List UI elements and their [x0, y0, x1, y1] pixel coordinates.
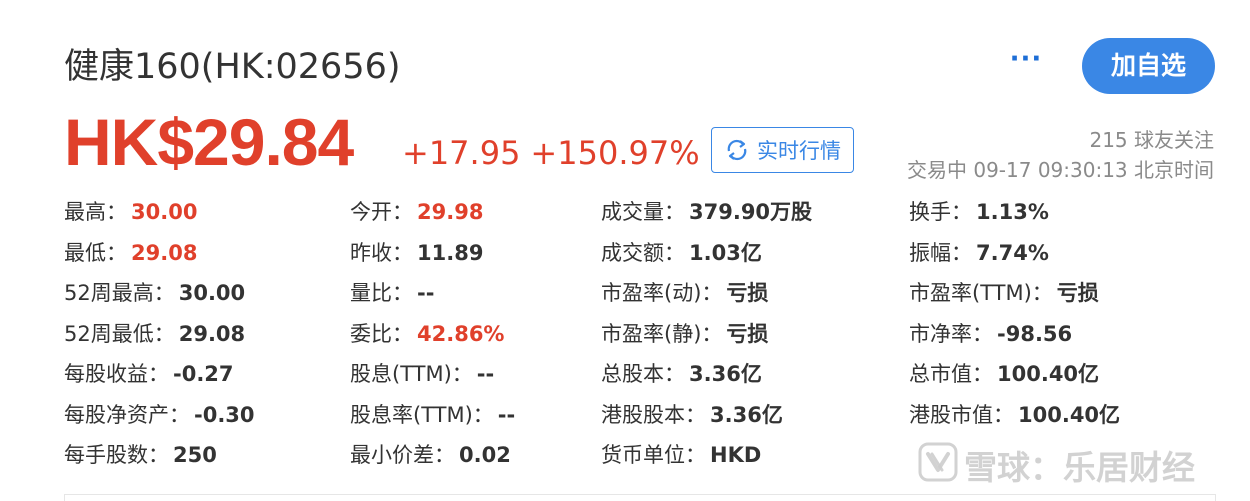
more-dots-icon: ···: [1009, 44, 1043, 74]
stat-item: 港股市值： 100.40亿: [909, 398, 1120, 432]
refresh-icon: [727, 139, 747, 161]
stat-label: 52周最低：: [64, 321, 175, 346]
stat-label: 成交额：: [601, 240, 685, 265]
stat-value: 100.40亿: [997, 362, 1100, 386]
stat-label: 委比：: [350, 321, 413, 346]
stat-value: 1.03亿: [689, 240, 762, 265]
realtime-label: 实时行情: [757, 139, 841, 163]
stat-item: 市盈率(动)： 亏损: [601, 276, 768, 310]
stat-label: 货币单位：: [601, 443, 706, 467]
stat-label: 今开：: [350, 200, 413, 224]
stat-item: 港股股本： 3.36亿: [601, 398, 783, 432]
stat-value: 42.86%: [417, 321, 505, 346]
stat-item: 市盈率(TTM)： 亏损: [909, 276, 1099, 310]
stat-label: 总股本：: [601, 362, 685, 386]
stat-value: --: [476, 362, 495, 386]
stat-item: 振幅： 7.74%: [909, 236, 1049, 270]
stat-value: 30.00: [131, 200, 198, 224]
stat-value: 0.02: [459, 443, 511, 467]
stat-item: 股息(TTM)： --: [350, 357, 494, 391]
stat-item: 今开： 29.98: [350, 195, 483, 229]
stat-item: 量比： --: [350, 276, 434, 310]
stat-label: 港股股本：: [601, 402, 706, 427]
stat-item: 总股本： 3.36亿: [601, 357, 762, 391]
stat-item: 成交量： 379.90万股: [601, 195, 812, 229]
stat-label: 总市值：: [909, 362, 993, 386]
stat-item: 货币单位： HKD: [601, 438, 761, 472]
stat-item: 市净率： -98.56: [909, 317, 1072, 351]
stat-label: 股息率(TTM)：: [350, 402, 494, 427]
more-options-button[interactable]: ···: [1004, 44, 1048, 80]
stat-value: 亏损: [726, 281, 769, 305]
stat-value: 11.89: [417, 240, 484, 265]
stat-label: 每股收益：: [64, 362, 169, 386]
stat-item: 最小价差： 0.02: [350, 438, 511, 472]
stat-value: --: [417, 281, 435, 305]
stat-label: 每手股数：: [64, 443, 169, 467]
watermark-text: 雪球：乐居财经: [964, 448, 1195, 487]
stat-value: -98.56: [997, 321, 1073, 346]
stat-label: 成交量：: [601, 200, 685, 224]
stat-label: 市盈率(静)：: [601, 321, 723, 346]
stat-value: 29.08: [131, 240, 198, 265]
stat-label: 最低：: [64, 240, 127, 265]
stat-value: HKD: [710, 443, 762, 467]
stat-item: 委比： 42.86%: [350, 317, 504, 351]
stat-label: 52周最高：: [64, 281, 175, 305]
stat-label: 股息(TTM)：: [350, 362, 473, 386]
stat-value: 29.08: [178, 321, 246, 346]
stat-value: -0.30: [194, 402, 255, 427]
stat-item: 每手股数： 250: [64, 438, 217, 472]
stat-item: 最低： 29.08: [64, 236, 197, 270]
stat-label: 换手：: [909, 200, 972, 224]
stat-item: 52周最低： 29.08: [64, 317, 245, 351]
stat-value: 亏损: [726, 321, 769, 346]
stat-value: --: [497, 402, 516, 427]
stat-item: 每股净资产： -0.30: [64, 398, 255, 432]
stock-title: 健康160(HK:02656): [64, 47, 401, 87]
trade-status: 交易中 09-17 09:30:13 北京时间: [906, 158, 1214, 182]
stat-value: 379.90万股: [689, 200, 813, 224]
stat-label: 最小价差：: [350, 443, 455, 467]
stat-item: 总市值： 100.40亿: [909, 357, 1099, 391]
stat-label: 市盈率(动)：: [601, 281, 723, 305]
stat-item: 成交额： 1.03亿: [601, 236, 762, 270]
stat-value: 30.00: [178, 281, 246, 305]
stat-label: 昨收：: [350, 240, 413, 265]
stat-value: 100.40亿: [1018, 402, 1121, 427]
followers-count[interactable]: 215 球友关注: [1089, 124, 1214, 153]
price-change: +17.95 +150.97%: [402, 134, 700, 172]
stat-label: 每股净资产：: [64, 402, 190, 427]
stat-value: 29.98: [417, 200, 484, 224]
stat-value: 3.36亿: [710, 402, 783, 427]
stat-label: 量比：: [350, 281, 413, 305]
stat-item: 每股收益： -0.27: [64, 357, 234, 391]
stat-item: 52周最高： 30.00: [64, 276, 245, 310]
current-price: HK$29.84: [64, 105, 354, 179]
stat-item: 换手： 1.13%: [909, 195, 1049, 229]
stat-item: 市盈率(静)： 亏损: [601, 317, 768, 351]
stat-value: 250: [173, 443, 217, 467]
snowball-logo-icon: [918, 442, 958, 482]
stat-item: 最高： 30.00: [64, 195, 197, 229]
add-to-watchlist-button[interactable]: 加自选: [1082, 38, 1215, 94]
stat-label: 市盈率(TTM)：: [909, 281, 1053, 305]
stat-item: 股息率(TTM)： --: [350, 398, 515, 432]
stat-label: 市净率：: [909, 321, 993, 346]
realtime-quote-button[interactable]: 实时行情: [711, 127, 854, 173]
stat-value: 3.36亿: [689, 362, 762, 386]
stat-item: 昨收： 11.89: [350, 236, 483, 270]
change-amount: +17.95: [402, 134, 521, 172]
stat-label: 最高：: [64, 200, 127, 224]
stat-value: 7.74%: [976, 240, 1049, 265]
stat-label: 振幅：: [909, 240, 972, 265]
stat-value: -0.27: [173, 362, 234, 386]
stat-value: 亏损: [1056, 281, 1099, 305]
stat-value: 1.13%: [976, 200, 1049, 224]
stat-label: 港股市值：: [909, 402, 1014, 427]
change-percent: +150.97%: [530, 134, 700, 172]
